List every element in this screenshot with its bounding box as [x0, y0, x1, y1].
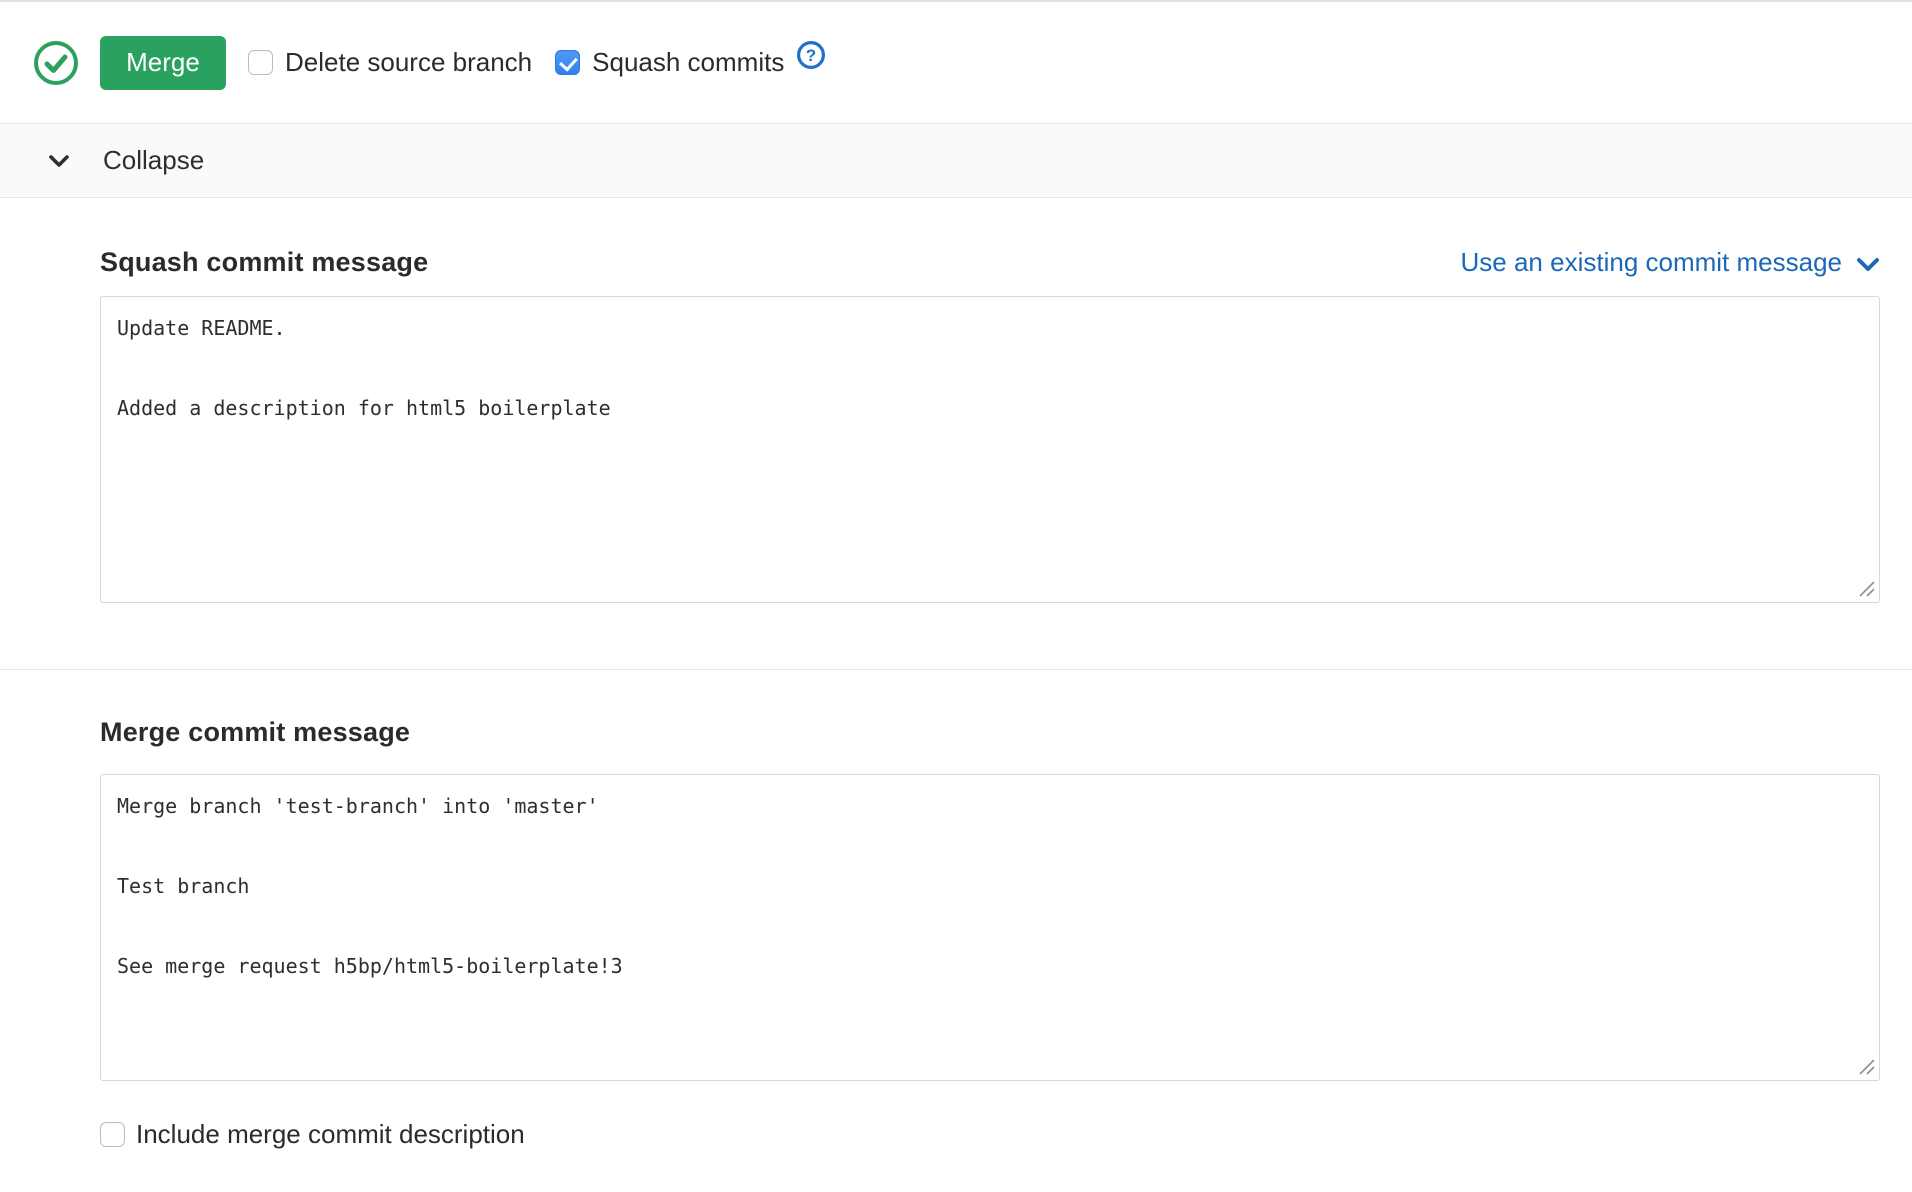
use-existing-commit-link[interactable]: Use an existing commit message	[1461, 247, 1880, 278]
merge-message-field: Merge branch 'test-branch' into 'master'…	[100, 774, 1880, 1081]
collapse-label: Collapse	[103, 145, 204, 176]
delete-source-branch-checkbox[interactable]	[248, 50, 273, 75]
include-description-label[interactable]: Include merge commit description	[136, 1119, 525, 1150]
merge-action-bar: Merge Delete source branch Squash commit…	[0, 2, 1912, 124]
merge-message-textarea[interactable]: Merge branch 'test-branch' into 'master'…	[100, 774, 1880, 1081]
merge-commit-heading: Merge commit message	[100, 717, 410, 748]
squash-section-header: Squash commit message Use an existing co…	[100, 198, 1880, 278]
resize-handle-icon[interactable]	[1855, 1055, 1877, 1077]
resize-handle-icon[interactable]	[1855, 577, 1877, 599]
squash-commits-option: Squash commits	[555, 47, 784, 78]
check-circle-icon	[33, 40, 79, 86]
include-description-option: Include merge commit description	[100, 1119, 1880, 1150]
squash-commits-checkbox[interactable]	[555, 50, 580, 75]
delete-source-branch-label[interactable]: Delete source branch	[285, 47, 532, 78]
chevron-down-icon	[48, 154, 70, 168]
merge-section-header: Merge commit message	[100, 670, 1880, 748]
squash-message-textarea[interactable]: Update README. Added a description for h…	[100, 296, 1880, 603]
commit-messages-panel: Squash commit message Use an existing co…	[0, 198, 1912, 1150]
merge-button[interactable]: Merge	[100, 36, 226, 90]
squash-commit-heading: Squash commit message	[100, 247, 428, 278]
delete-source-branch-option: Delete source branch	[248, 47, 532, 78]
squash-message-field: Update README. Added a description for h…	[100, 296, 1880, 603]
chevron-down-icon	[1856, 257, 1880, 272]
squash-commits-label[interactable]: Squash commits	[592, 47, 784, 78]
help-question-icon[interactable]: ?	[796, 40, 826, 70]
collapse-toggle[interactable]: Collapse	[0, 124, 1912, 198]
include-description-checkbox[interactable]	[100, 1122, 125, 1147]
use-existing-commit-label: Use an existing commit message	[1461, 247, 1842, 278]
merge-request-widget: Merge Delete source branch Squash commit…	[0, 0, 1912, 1192]
help-glyph: ?	[806, 46, 816, 65]
